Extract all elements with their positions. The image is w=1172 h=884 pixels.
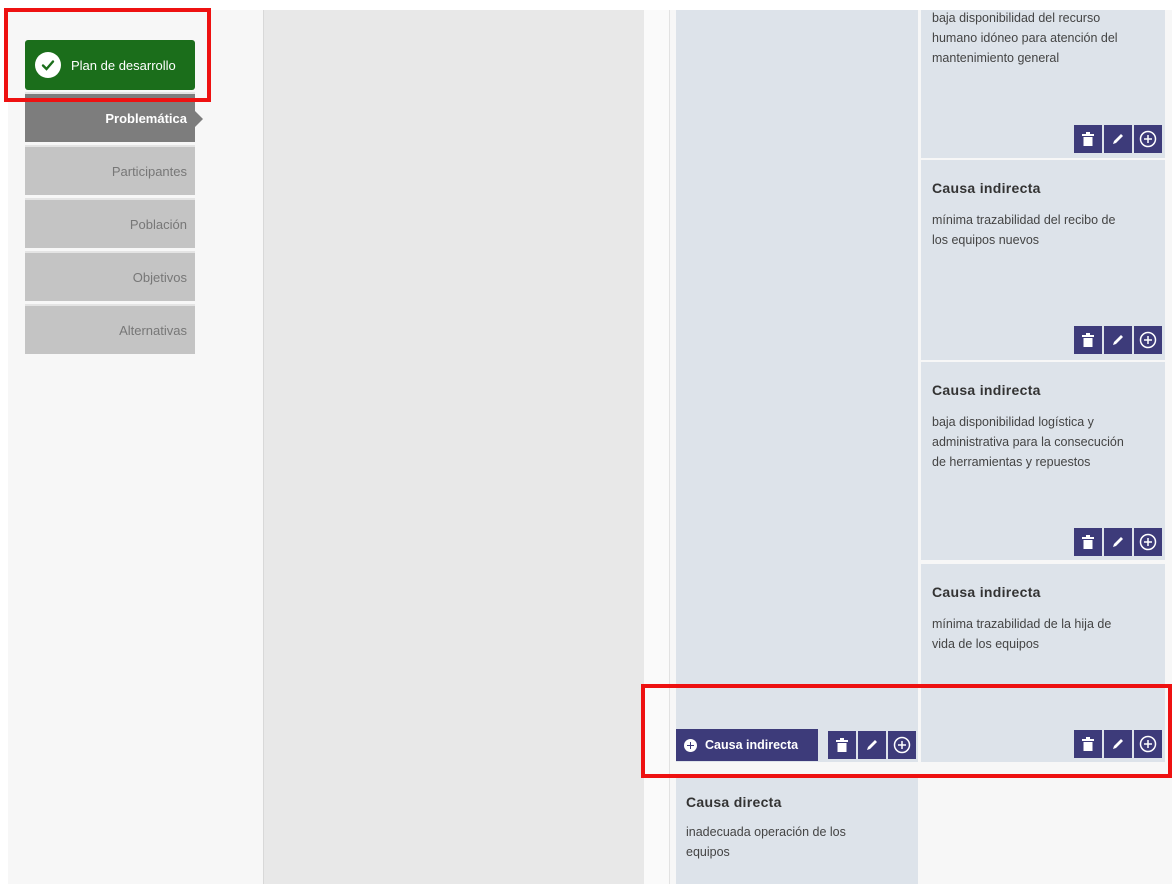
add-button[interactable] <box>1134 125 1162 153</box>
card-title: Causa indirecta <box>932 180 1041 196</box>
plus-circle-icon <box>1139 533 1157 551</box>
edit-button[interactable] <box>1104 326 1132 354</box>
add-button[interactable] <box>1134 326 1162 354</box>
indirect-cause-card: baja disponibilidad del recurso humano i… <box>921 10 1165 158</box>
pencil-icon <box>1113 335 1123 345</box>
nav-item-objetivos[interactable]: Objetivos <box>25 251 195 301</box>
card-text: mínima trazabilidad del recibo de los eq… <box>932 213 1116 247</box>
content-pane <box>263 10 645 884</box>
plus-circle-icon <box>1139 130 1157 148</box>
pencil-icon <box>1113 537 1123 547</box>
trash-icon <box>1082 535 1094 549</box>
trash-icon <box>1082 333 1094 347</box>
nav-item-participantes[interactable]: Participantes <box>25 145 195 195</box>
delete-button[interactable] <box>1074 326 1102 354</box>
nav-item-poblacion[interactable]: Población <box>25 198 195 248</box>
card-text: mínima trazabilidad de la hija de vida d… <box>932 617 1112 651</box>
nav-item-alternativas[interactable]: Alternativas <box>25 304 195 354</box>
card-text: baja disponibilidad del recurso humano i… <box>932 11 1118 65</box>
edit-button[interactable] <box>1104 528 1132 556</box>
plus-circle-icon <box>1139 331 1157 349</box>
indirect-cause-card: Causa indirecta mínima trazabilidad del … <box>921 160 1165 360</box>
card-title: Causa directa <box>686 794 782 810</box>
card-title: Causa indirecta <box>932 382 1041 398</box>
edit-button[interactable] <box>1104 125 1132 153</box>
card-text: inadecuada operación de los equipos <box>686 825 846 859</box>
highlight-box-toolbar <box>641 684 1172 778</box>
indirect-cause-card: Causa indirecta baja disponibilidad logí… <box>921 362 1165 560</box>
add-button[interactable] <box>1134 528 1162 556</box>
delete-button[interactable] <box>1074 125 1102 153</box>
delete-button[interactable] <box>1074 528 1102 556</box>
direct-cause-card: Causa directa inadecuada operación de lo… <box>676 778 918 884</box>
highlight-box-nav <box>4 8 211 102</box>
pencil-icon <box>1113 134 1123 144</box>
card-title: Causa indirecta <box>932 584 1041 600</box>
card-text: baja disponibilidad logística y administ… <box>932 415 1124 469</box>
trash-icon <box>1082 132 1094 146</box>
direct-cause-column <box>676 10 918 762</box>
